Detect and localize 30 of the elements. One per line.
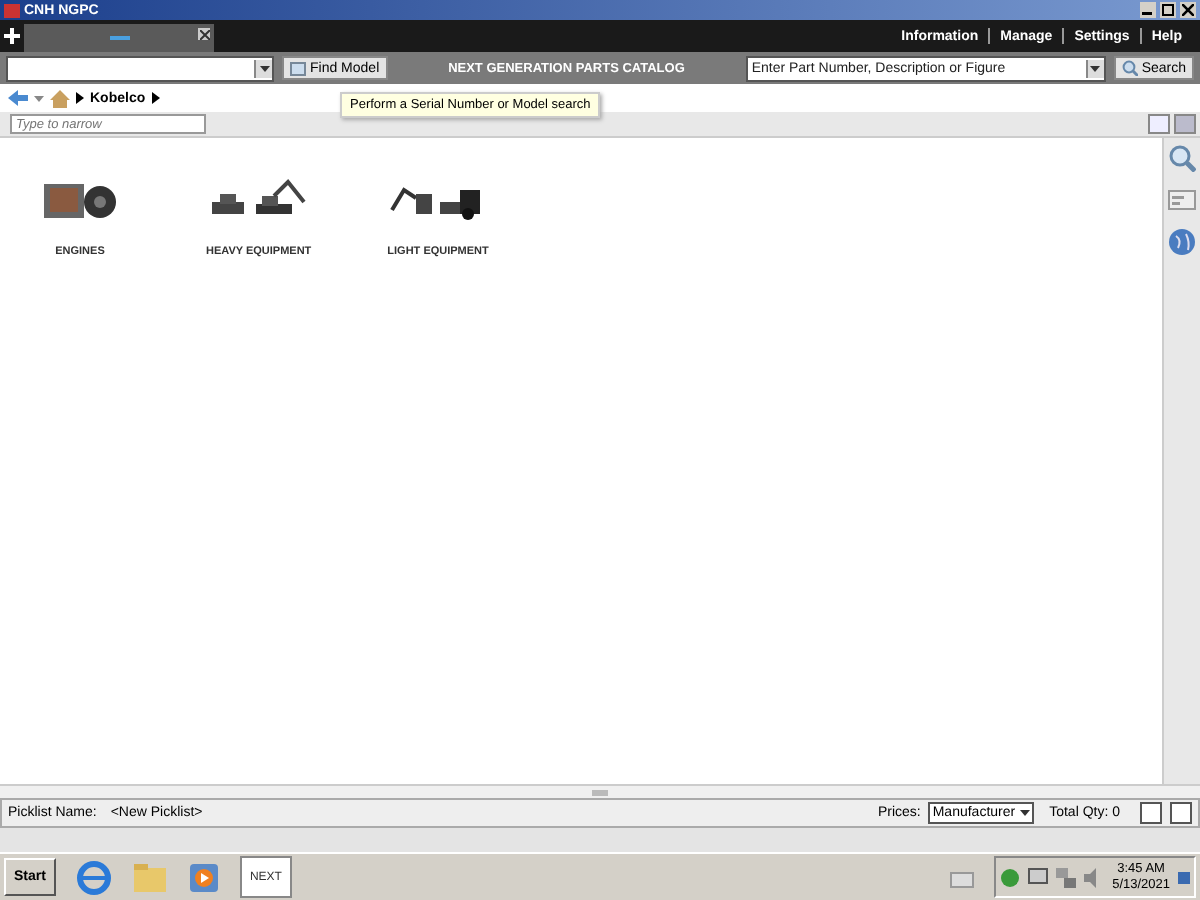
card-icon[interactable] — [1168, 188, 1196, 212]
dropdown-icon[interactable] — [1085, 59, 1104, 77]
model-field[interactable] — [6, 55, 274, 81]
close-icon — [1182, 4, 1194, 16]
maximize-icon — [1162, 4, 1174, 16]
restore-button[interactable] — [1140, 802, 1162, 824]
monitor-icon[interactable] — [1028, 868, 1049, 886]
minimize-button[interactable] — [1140, 2, 1156, 18]
list-view-button[interactable] — [1148, 114, 1170, 134]
find-icon — [290, 61, 306, 75]
close-button[interactable] — [1180, 2, 1196, 18]
triangle-icon — [76, 92, 84, 104]
triangle-icon[interactable] — [151, 92, 160, 104]
close-tab-button[interactable] — [198, 28, 210, 40]
resize-handle[interactable] — [592, 789, 608, 795]
keyboard-icon[interactable] — [950, 867, 975, 887]
network-icon[interactable] — [1056, 867, 1077, 887]
search-icon[interactable] — [1168, 144, 1196, 172]
maximize-button[interactable] — [1170, 802, 1192, 824]
app-logo-icon — [4, 3, 20, 17]
back-arrow-icon[interactable] — [8, 90, 28, 106]
media-player-icon[interactable] — [187, 861, 220, 893]
maximize-button[interactable] — [1160, 2, 1176, 18]
dropdown-icon — [1019, 810, 1030, 816]
show-desktop-button[interactable] — [1178, 871, 1190, 883]
dropdown-icon[interactable] — [254, 59, 272, 77]
engine-icon[interactable] — [40, 178, 120, 222]
search-icon — [1121, 60, 1138, 76]
grid-view-button[interactable] — [1174, 114, 1196, 134]
home-icon[interactable] — [50, 89, 70, 107]
